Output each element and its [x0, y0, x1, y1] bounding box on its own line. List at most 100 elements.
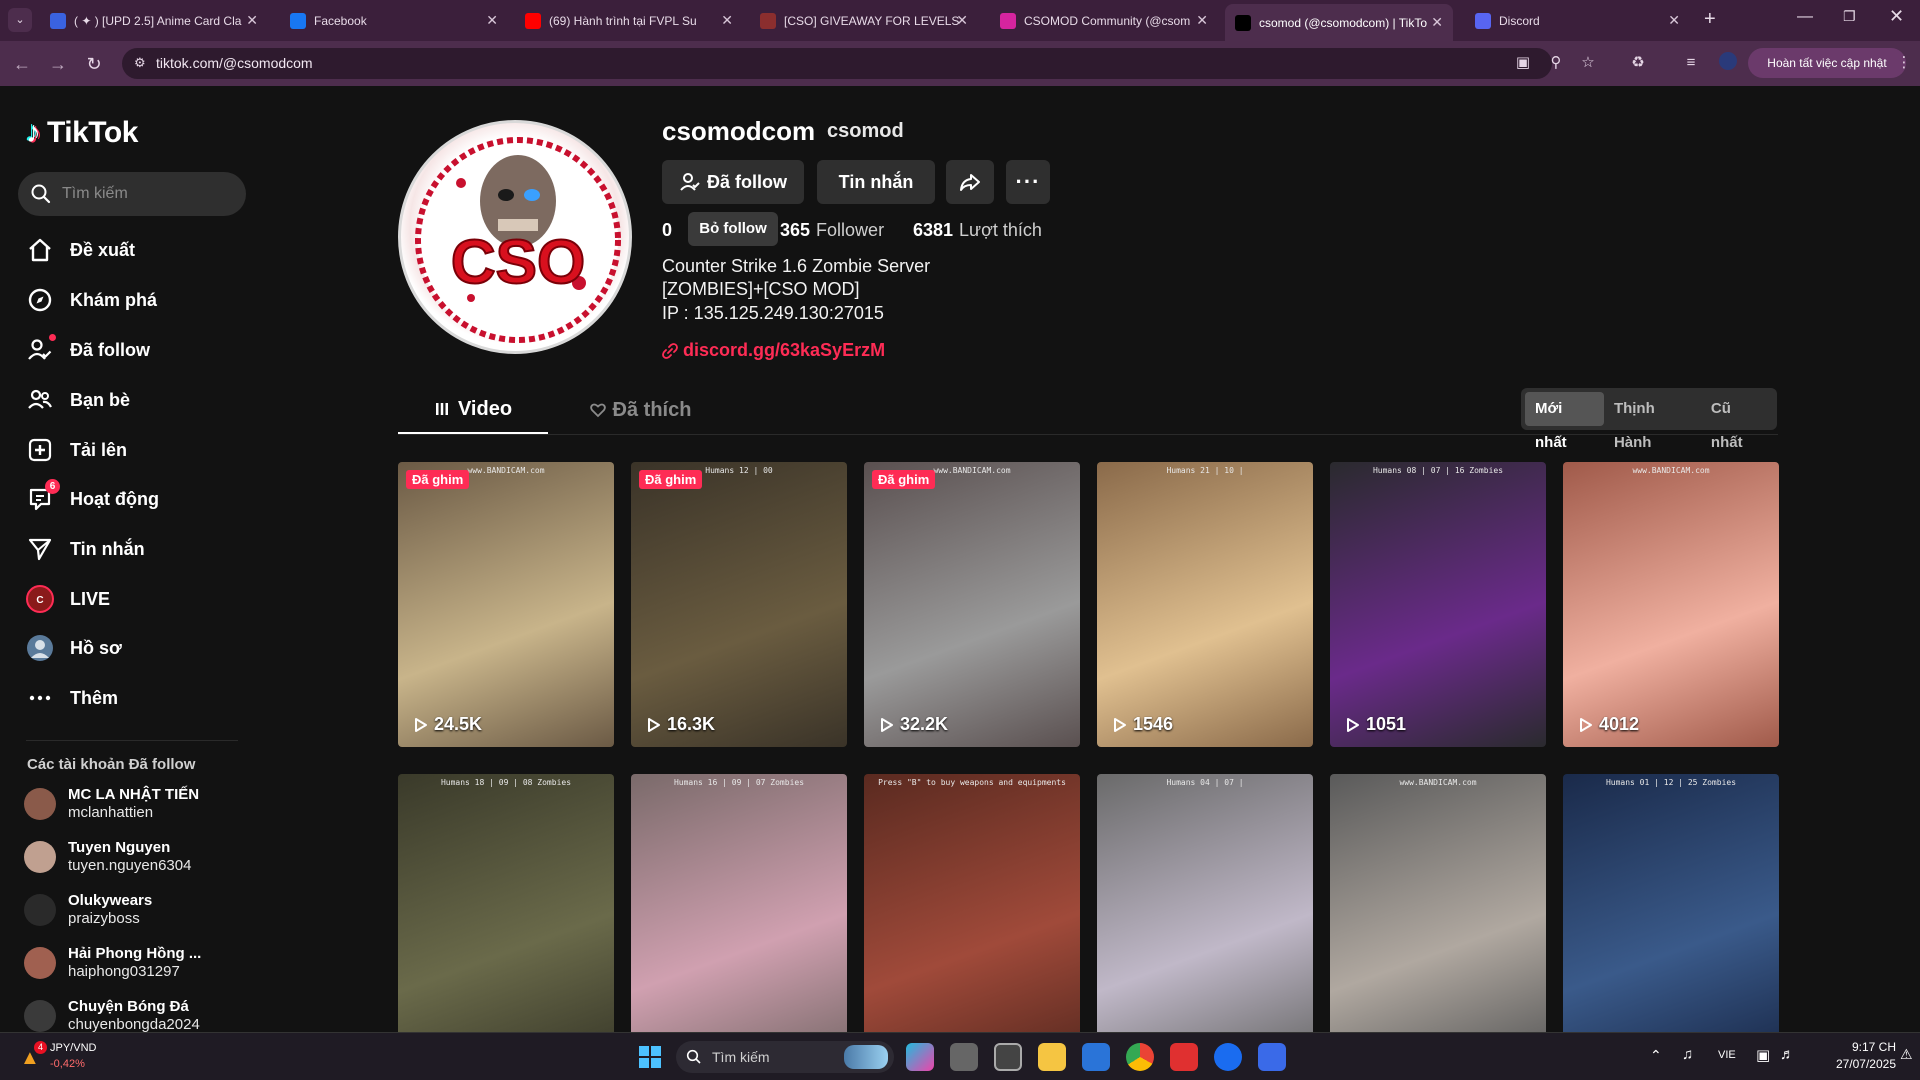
- taskbar-app-zalo[interactable]: [1214, 1043, 1242, 1071]
- video-thumbnail[interactable]: www.BANDICAM.com Đã ghim 24.5K: [398, 462, 614, 747]
- taskbar-app-taskview[interactable]: [950, 1043, 978, 1071]
- sidebar-item[interactable]: 6 Hoạt động: [26, 479, 159, 519]
- video-thumbnail[interactable]: Humans 16 | 09 | 07 Zombies: [631, 774, 847, 1032]
- clock-date[interactable]: 27/07/2025: [1816, 1057, 1896, 1071]
- activity-icon: 6: [26, 479, 60, 513]
- view-count: 4012: [1579, 714, 1639, 735]
- clock-time[interactable]: 9:17 CH: [1836, 1040, 1896, 1054]
- tab-close-icon[interactable]: ✕: [721, 12, 733, 29]
- video-thumbnail[interactable]: Humans 01 | 12 | 25 Zombies: [1563, 774, 1779, 1032]
- following-account[interactable]: Hải Phong Hồng ... haiphong031297: [24, 945, 201, 980]
- tab-videos[interactable]: Video: [398, 386, 548, 434]
- tab-close-icon[interactable]: ✕: [246, 12, 258, 29]
- avatar-text: CSO: [451, 228, 585, 297]
- tab-close-icon[interactable]: ✕: [1431, 14, 1443, 31]
- install-app-icon[interactable]: ▣: [1512, 52, 1534, 74]
- follower-stat[interactable]: 365 Follower: [780, 220, 884, 241]
- tab-close-icon[interactable]: ✕: [1196, 12, 1208, 29]
- following-stat[interactable]: 0: [662, 220, 678, 241]
- taskbar-app-copilot[interactable]: [906, 1043, 934, 1071]
- video-thumbnail[interactable]: Press "B" to buy weapons and equipments: [864, 774, 1080, 1032]
- sidebar-item[interactable]: Bạn bè: [26, 380, 130, 420]
- video-thumbnail[interactable]: www.BANDICAM.com Đã ghim 32.2K: [864, 462, 1080, 747]
- network-icon[interactable]: ▣: [1756, 1046, 1770, 1064]
- notifications-icon[interactable]: ⚠: [1900, 1046, 1913, 1063]
- tab-close-icon[interactable]: ✕: [956, 12, 968, 29]
- video-thumbnail[interactable]: www.BANDICAM.com 4012: [1563, 462, 1779, 747]
- taskbar-app-wps[interactable]: [1170, 1043, 1198, 1071]
- share-button[interactable]: [946, 160, 994, 204]
- sidebar-item[interactable]: Tin nhắn: [26, 529, 145, 569]
- bookmark-star-icon[interactable]: ☆: [1577, 52, 1599, 74]
- zoom-icon[interactable]: ⚲: [1545, 52, 1567, 74]
- close-window-button[interactable]: ✕: [1889, 6, 1904, 27]
- update-button[interactable]: Hoàn tất việc cập nhật: [1748, 48, 1906, 78]
- more-options-button[interactable]: ···: [1006, 160, 1050, 204]
- browser-tab[interactable]: ( ✦ ) [UPD 2.5] Anime Card Cla ✕: [40, 6, 268, 35]
- back-button[interactable]: ←: [10, 52, 34, 76]
- tray-overflow-icon[interactable]: ⌃: [1650, 1047, 1662, 1064]
- following-account[interactable]: Chuyện Bóng Đá chuyenbongda2024: [24, 998, 200, 1032]
- sidebar-item[interactable]: Khám phá: [26, 280, 157, 320]
- restore-button[interactable]: ❐: [1843, 8, 1856, 25]
- sidebar-item[interactable]: Đã follow: [26, 330, 150, 370]
- following-account[interactable]: Olukywears praizyboss: [24, 892, 152, 927]
- sidebar-item[interactable]: Tải lên: [26, 430, 127, 470]
- tab-search-button[interactable]: ⌄: [8, 8, 32, 32]
- unfollow-tooltip[interactable]: Bỏ follow: [688, 212, 778, 246]
- tab-liked[interactable]: Đã thích: [580, 386, 700, 434]
- taskbar-app-chrome[interactable]: [1126, 1043, 1154, 1071]
- profile-avatar-image[interactable]: CSO: [398, 120, 632, 354]
- browser-tab[interactable]: CSOMOD Community (@csom ✕: [990, 6, 1218, 35]
- tiktok-logo[interactable]: ♪ TikTok: [26, 116, 138, 150]
- url-text[interactable]: tiktok.com/@csomodcom: [156, 55, 313, 71]
- profile-link[interactable]: discord.gg/63kaSyErzM: [662, 340, 885, 361]
- extensions-icon[interactable]: ♻: [1627, 52, 1649, 74]
- browser-menu-icon[interactable]: ⋮: [1893, 52, 1915, 74]
- pinned-badge: Đã ghim: [872, 470, 936, 489]
- browser-tab[interactable]: [CSO] GIVEAWAY FOR LEVELS ✕: [750, 6, 978, 35]
- sidebar-item[interactable]: Đề xuất: [26, 230, 135, 270]
- sidebar-item[interactable]: Hồ sơ: [26, 628, 122, 668]
- sort-oldest[interactable]: Cũ nhất: [1701, 392, 1773, 451]
- sort-popular[interactable]: Thịnh Hành: [1604, 392, 1701, 451]
- tab-close-icon[interactable]: ✕: [1668, 12, 1680, 29]
- video-thumbnail[interactable]: Humans 08 | 07 | 16 Zombies 1051: [1330, 462, 1546, 747]
- taskbar-app-explorer[interactable]: [1038, 1043, 1066, 1071]
- omnibox[interactable]: ⚙ tiktok.com/@csomodcom: [122, 48, 1552, 79]
- reload-button[interactable]: ↻: [82, 52, 106, 76]
- taskbar-app-store[interactable]: [1082, 1043, 1110, 1071]
- video-thumbnail[interactable]: www.BANDICAM.com: [1330, 774, 1546, 1032]
- new-tab-button[interactable]: +: [1704, 8, 1716, 31]
- video-thumbnail[interactable]: Humans 12 | 00 Đã ghim 16.3K: [631, 462, 847, 747]
- following-account[interactable]: Tuyen Nguyen tuyen.nguyen6304: [24, 839, 191, 874]
- language-indicator[interactable]: VIE: [1718, 1049, 1736, 1061]
- taskbar-search[interactable]: Tìm kiếm: [676, 1041, 894, 1073]
- video-thumbnail[interactable]: Humans 04 | 07 |: [1097, 774, 1313, 1032]
- sidebar-item[interactable]: C LIVE: [26, 579, 110, 619]
- profile-avatar[interactable]: [1717, 52, 1739, 74]
- video-thumbnail[interactable]: Humans 18 | 09 | 08 Zombies: [398, 774, 614, 1032]
- sort-latest[interactable]: Mới nhất: [1525, 392, 1604, 451]
- volume-icon[interactable]: ♬: [1780, 1046, 1795, 1063]
- media-controls-icon[interactable]: ≡: [1680, 52, 1702, 74]
- microphone-icon[interactable]: ♫: [1682, 1046, 1693, 1063]
- browser-tab[interactable]: Facebook ✕: [280, 6, 508, 35]
- weather-widget[interactable]: ▲ 4 JPY/VND -0,42%: [16, 1039, 136, 1075]
- taskbar-app-roblox[interactable]: [1258, 1043, 1286, 1071]
- minimize-button[interactable]: —: [1797, 8, 1813, 26]
- browser-tab[interactable]: (69) Hành trình tại FVPL Su ✕: [515, 6, 743, 35]
- forward-button[interactable]: →: [46, 52, 70, 76]
- following-account[interactable]: MC LA NHẬT TIẾN mclanhattien: [24, 786, 199, 821]
- tab-close-icon[interactable]: ✕: [486, 12, 498, 29]
- search-input[interactable]: Tìm kiếm: [18, 172, 246, 216]
- start-button[interactable]: [638, 1045, 662, 1069]
- message-button[interactable]: Tin nhắn: [817, 160, 935, 204]
- browser-tab[interactable]: Discord ✕: [1465, 6, 1690, 35]
- browser-tab[interactable]: csomod (@csomodcom) | TikTo ✕: [1225, 4, 1453, 41]
- site-info-icon[interactable]: ⚙: [134, 55, 146, 71]
- video-thumbnail[interactable]: Humans 21 | 10 | 1546: [1097, 462, 1313, 747]
- sidebar-item[interactable]: Thêm: [26, 678, 118, 718]
- following-button[interactable]: Đã follow: [662, 160, 804, 204]
- taskbar-app-game[interactable]: [994, 1043, 1022, 1071]
